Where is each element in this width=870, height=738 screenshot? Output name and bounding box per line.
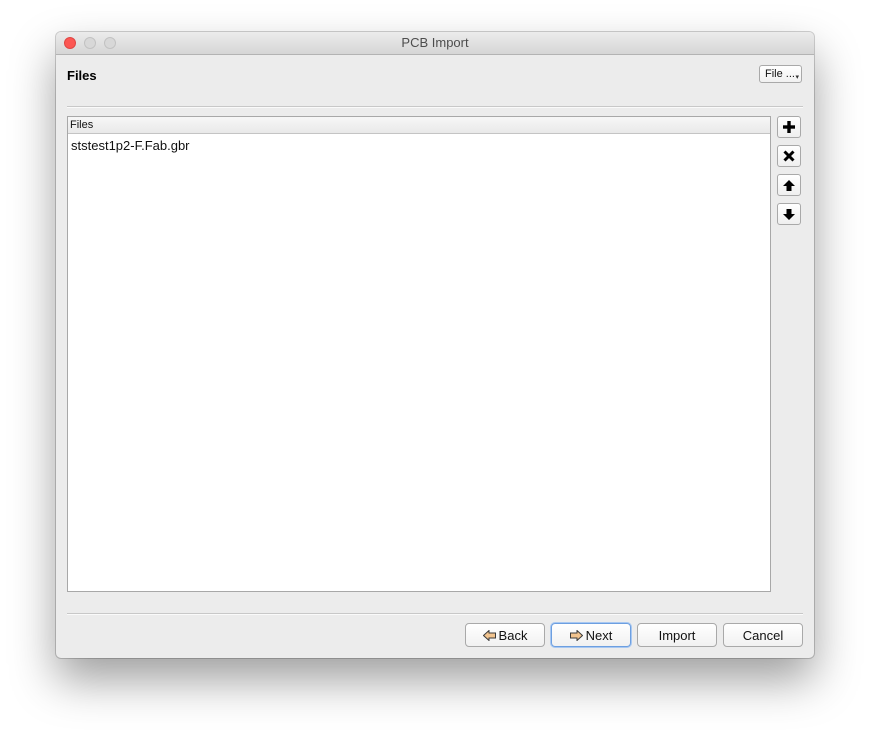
x-icon [783, 150, 795, 162]
window-title: PCB Import [401, 35, 469, 50]
import-label: Import [658, 627, 696, 643]
file-menu-button[interactable]: File ... ▾ [759, 65, 802, 83]
chevron-down-icon: ▾ [795, 74, 799, 81]
move-down-button[interactable] [777, 203, 801, 225]
add-file-button[interactable] [777, 116, 801, 138]
move-up-button[interactable] [777, 174, 801, 196]
remove-file-button[interactable] [777, 145, 801, 167]
list-item[interactable]: ststest1p2-F.Fab.gbr [68, 134, 770, 153]
arrow-right-icon [569, 629, 583, 641]
next-button[interactable]: Next [551, 623, 631, 647]
plus-icon [783, 121, 795, 133]
arrow-down-icon [783, 208, 795, 220]
arrow-up-icon [783, 179, 795, 191]
title-bar[interactable]: PCB Import [56, 32, 814, 55]
top-divider [67, 106, 803, 108]
back-button[interactable]: Back [465, 623, 545, 647]
cancel-label: Cancel [742, 627, 784, 643]
import-button[interactable]: Import [637, 623, 717, 647]
back-label: Back [498, 627, 528, 643]
bottom-divider [67, 613, 803, 615]
arrow-left-icon [482, 629, 496, 641]
cancel-button[interactable]: Cancel [723, 623, 803, 647]
files-list[interactable]: Files ststest1p2-F.Fab.gbr [67, 116, 771, 592]
files-column-header[interactable]: Files [68, 117, 770, 134]
next-label: Next [585, 627, 613, 643]
pcb-import-dialog: PCB Import Files File ... ▾ Files ststes… [56, 32, 814, 658]
file-menu-label: File ... [765, 68, 795, 80]
page-title: Files [67, 68, 97, 83]
